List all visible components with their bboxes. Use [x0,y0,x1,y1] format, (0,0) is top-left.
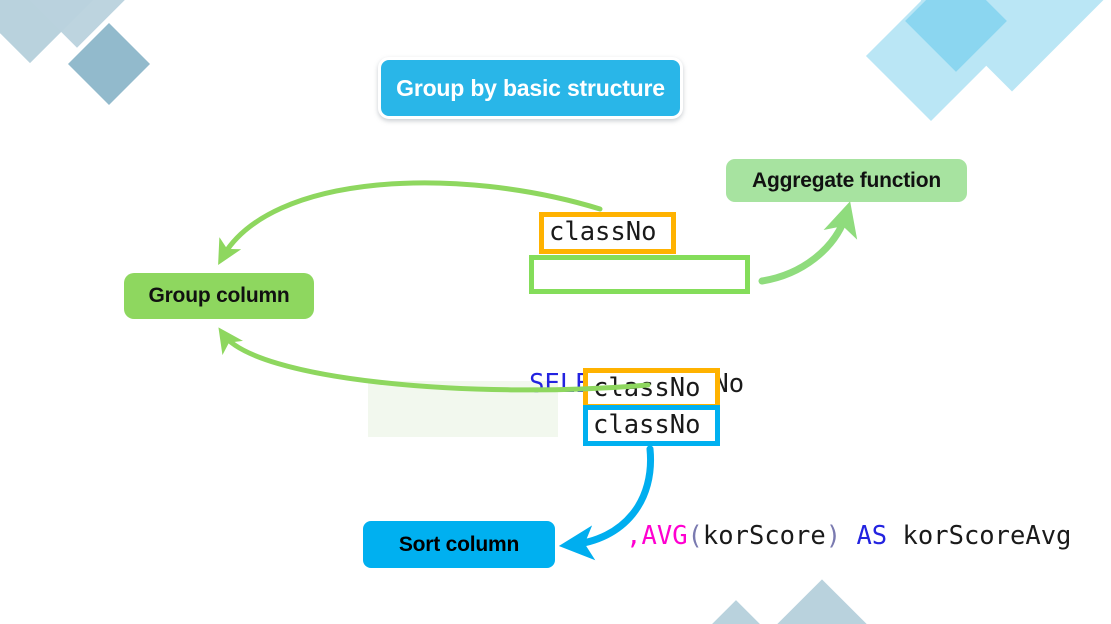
decor-top-left [0,0,170,150]
callout-group-label: Group column [148,284,290,307]
code-line-avg: ,AVG(korScore) AS korScoreAvg [437,479,1071,551]
highlight-orderby-classno-text: classNo [593,410,701,440]
page-title: Group by basic structure [378,57,683,119]
highlight-select-classno-text: classNo [549,217,657,247]
highlight-groupby-classno-text: classNo [593,373,701,403]
sql-keyword-as: AS [856,521,888,551]
sql-paren-open: ( [687,521,703,551]
slide-canvas: Group by basic structure Aggregate funct… [0,0,1111,624]
sql-alias: korScoreAvg [902,521,1072,551]
decor-diamond-small [16,0,138,48]
sql-avg-argument: korScore [702,521,826,551]
decor-top-left-accent [65,20,155,110]
highlight-avg-expression [529,255,750,294]
decor-diamond-accent [905,0,1007,72]
callout-aggregate-label: Aggregate function [752,168,941,192]
decor-diamond-accent [67,22,151,106]
decor-diamond-large [888,0,1111,92]
decor-diamond-large [0,0,144,64]
decor-diamond-small [865,0,997,122]
callout-aggregate-function: Aggregate function [726,159,967,202]
code-line-select: SELECT classNo [437,327,1071,399]
decor-top-right [865,0,1111,165]
sql-paren-close: ) [825,521,842,551]
page-title-label: Group by basic structure [396,74,665,101]
sql-comma: , [626,521,642,551]
sql-function-avg: AVG [641,521,688,551]
callout-group-column: Group column [124,273,314,319]
